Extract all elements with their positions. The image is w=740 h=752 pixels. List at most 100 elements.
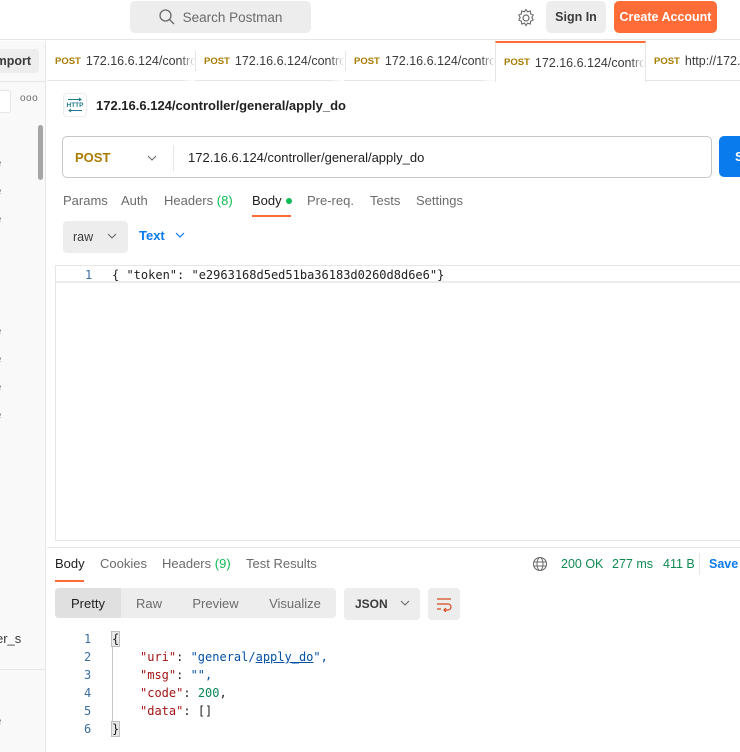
method-select[interactable]: POST <box>75 150 110 165</box>
sign-in-button[interactable]: Sign In <box>546 1 606 33</box>
body-type-value: Text <box>139 228 165 243</box>
svg-text:HTTP: HTTP <box>67 102 84 109</box>
request-tab-active[interactable]: POST 172.16.6.124/controll <box>495 41 646 82</box>
json-close-brace: } <box>110 721 121 737</box>
sidebar-item[interactable]: e <box>0 351 1 366</box>
resp-tab-cookies[interactable]: Cookies <box>100 556 147 571</box>
sidebar-item[interactable]: e <box>0 407 1 422</box>
chevron-down-icon[interactable] <box>147 153 157 163</box>
sidebar-item[interactable]: e <box>0 183 1 198</box>
json-open-brace: { <box>110 631 121 647</box>
body-type-select[interactable]: Text <box>139 228 185 243</box>
create-account-button[interactable]: Create Account <box>614 1 717 33</box>
request-tab[interactable]: POST 172.16.6.124/controll <box>47 41 195 81</box>
active-tab-underline <box>55 580 84 582</box>
json-line: "data": [] <box>140 704 213 718</box>
request-tab[interactable]: POST http://172.16 <box>646 41 740 81</box>
request-body-editor[interactable]: 1 { "token": "e2963168d5ed51ba36183d0260… <box>55 265 740 541</box>
resp-tab-headers[interactable]: Headers (9) <box>162 556 231 571</box>
body-indicator-dot <box>285 197 292 204</box>
tab-method: POST <box>55 55 81 67</box>
json-key: "code" <box>140 686 184 700</box>
request-tab[interactable]: POST 172.16.6.124/controll <box>346 41 495 81</box>
view-pretty[interactable]: Pretty <box>55 588 121 618</box>
json-line: "uri": "general/apply_do", <box>140 650 328 664</box>
body-mode-select[interactable]: raw <box>63 221 128 253</box>
send-button[interactable]: S <box>719 136 740 177</box>
sidebar-item[interactable]: er_s <box>0 631 21 646</box>
sidebar-item[interactable]: e <box>0 713 1 728</box>
http-request-icon: HTTP <box>63 93 87 117</box>
wrap-lines-icon <box>437 598 452 612</box>
chevron-down-icon <box>175 232 185 238</box>
sidebar-divider <box>0 81 45 82</box>
response-time[interactable]: 277 ms <box>612 557 653 571</box>
active-tab-underline <box>252 215 291 217</box>
tab-params[interactable]: Params <box>63 193 108 208</box>
body-mode-value: raw <box>73 230 94 244</box>
settings-gear-icon[interactable] <box>516 8 536 28</box>
json-link[interactable]: apply_do <box>256 650 314 664</box>
view-preview[interactable]: Preview <box>177 588 254 618</box>
tab-method: POST <box>504 57 530 68</box>
line-number: 4 <box>84 686 92 700</box>
sidebar-filter-input[interactable] <box>0 90 11 113</box>
status-separator <box>699 553 700 575</box>
tab-prereq[interactable]: Pre-req. <box>307 193 354 208</box>
tab-body-label: Body <box>252 193 282 208</box>
headers-count: (8) <box>216 193 233 208</box>
request-tab[interactable]: POST 172.16.6.124/controll <box>196 41 344 81</box>
json-value: 200 <box>197 686 220 700</box>
response-format-value: JSON <box>355 597 388 611</box>
top-bar: Search Postman Sign In Create Account <box>0 0 740 40</box>
json-key: "msg" <box>140 668 177 682</box>
view-raw[interactable]: Raw <box>121 588 177 618</box>
tab-url: 172.16.6.124/controll <box>85 54 195 68</box>
url-divider <box>173 145 174 171</box>
json-line: { <box>110 631 121 647</box>
tab-url: 172.16.6.124/controll <box>384 54 495 68</box>
tab-tests[interactable]: Tests <box>370 193 400 208</box>
status-code[interactable]: 200 OK <box>561 557 603 571</box>
resp-tab-headers-label: Headers <box>162 556 212 571</box>
response-size[interactable]: 411 B <box>663 557 695 571</box>
json-value: [] <box>197 704 213 718</box>
wrap-lines-button[interactable] <box>428 588 460 620</box>
tab-auth[interactable]: Auth <box>121 193 148 208</box>
url-input[interactable]: 172.16.6.124/controller/general/apply_do <box>188 150 424 165</box>
tab-url: 172.16.6.124/controll <box>234 54 344 68</box>
sidebar-item[interactable]: e <box>0 155 1 170</box>
save-response-button[interactable]: Save <box>709 557 738 571</box>
more-options-icon[interactable]: ooo <box>20 93 38 104</box>
sidebar-item[interactable]: e <box>0 323 1 338</box>
tab-body[interactable]: Body <box>252 193 292 208</box>
sidebar-item[interactable]: e <box>0 379 1 394</box>
line-number: 2 <box>84 650 92 664</box>
globe-icon[interactable] <box>532 556 548 572</box>
line-number: 3 <box>84 668 92 682</box>
sidebar-item[interactable]: e <box>0 211 1 226</box>
tab-headers-label: Headers <box>164 193 214 208</box>
search-input[interactable]: Search Postman <box>130 1 311 33</box>
response-divider[interactable] <box>47 547 740 548</box>
code-line[interactable]: { "token": "e2963168d5ed51ba36183d0260d8… <box>112 268 444 282</box>
view-visualize[interactable]: Visualize <box>254 588 336 618</box>
resp-tab-test-results[interactable]: Test Results <box>246 556 317 571</box>
request-title[interactable]: 172.16.6.124/controller/general/apply_do <box>96 98 346 113</box>
tab-headers[interactable]: Headers (8) <box>164 193 233 208</box>
resp-tab-body[interactable]: Body <box>55 556 85 571</box>
search-placeholder: Search Postman <box>182 9 283 25</box>
response-format-select[interactable]: JSON <box>344 588 420 620</box>
json-value-suffix: ", <box>313 650 328 664</box>
request-tab-bar: POST 172.16.6.124/controll POST 172.16.6… <box>47 41 740 82</box>
json-key: "uri" <box>140 650 177 664</box>
sidebar: mport ooo e e e e e e e er_s e <box>0 41 46 752</box>
sidebar-section-divider <box>0 669 45 670</box>
tab-settings[interactable]: Settings <box>416 193 463 208</box>
sidebar-scrollbar[interactable] <box>38 125 43 180</box>
import-button[interactable]: mport <box>0 49 39 73</box>
url-bar: POST 172.16.6.124/controller/general/app… <box>62 136 712 178</box>
search-icon <box>158 9 175 25</box>
resp-headers-count: (9) <box>214 556 231 571</box>
json-value: "general/ <box>190 650 256 664</box>
